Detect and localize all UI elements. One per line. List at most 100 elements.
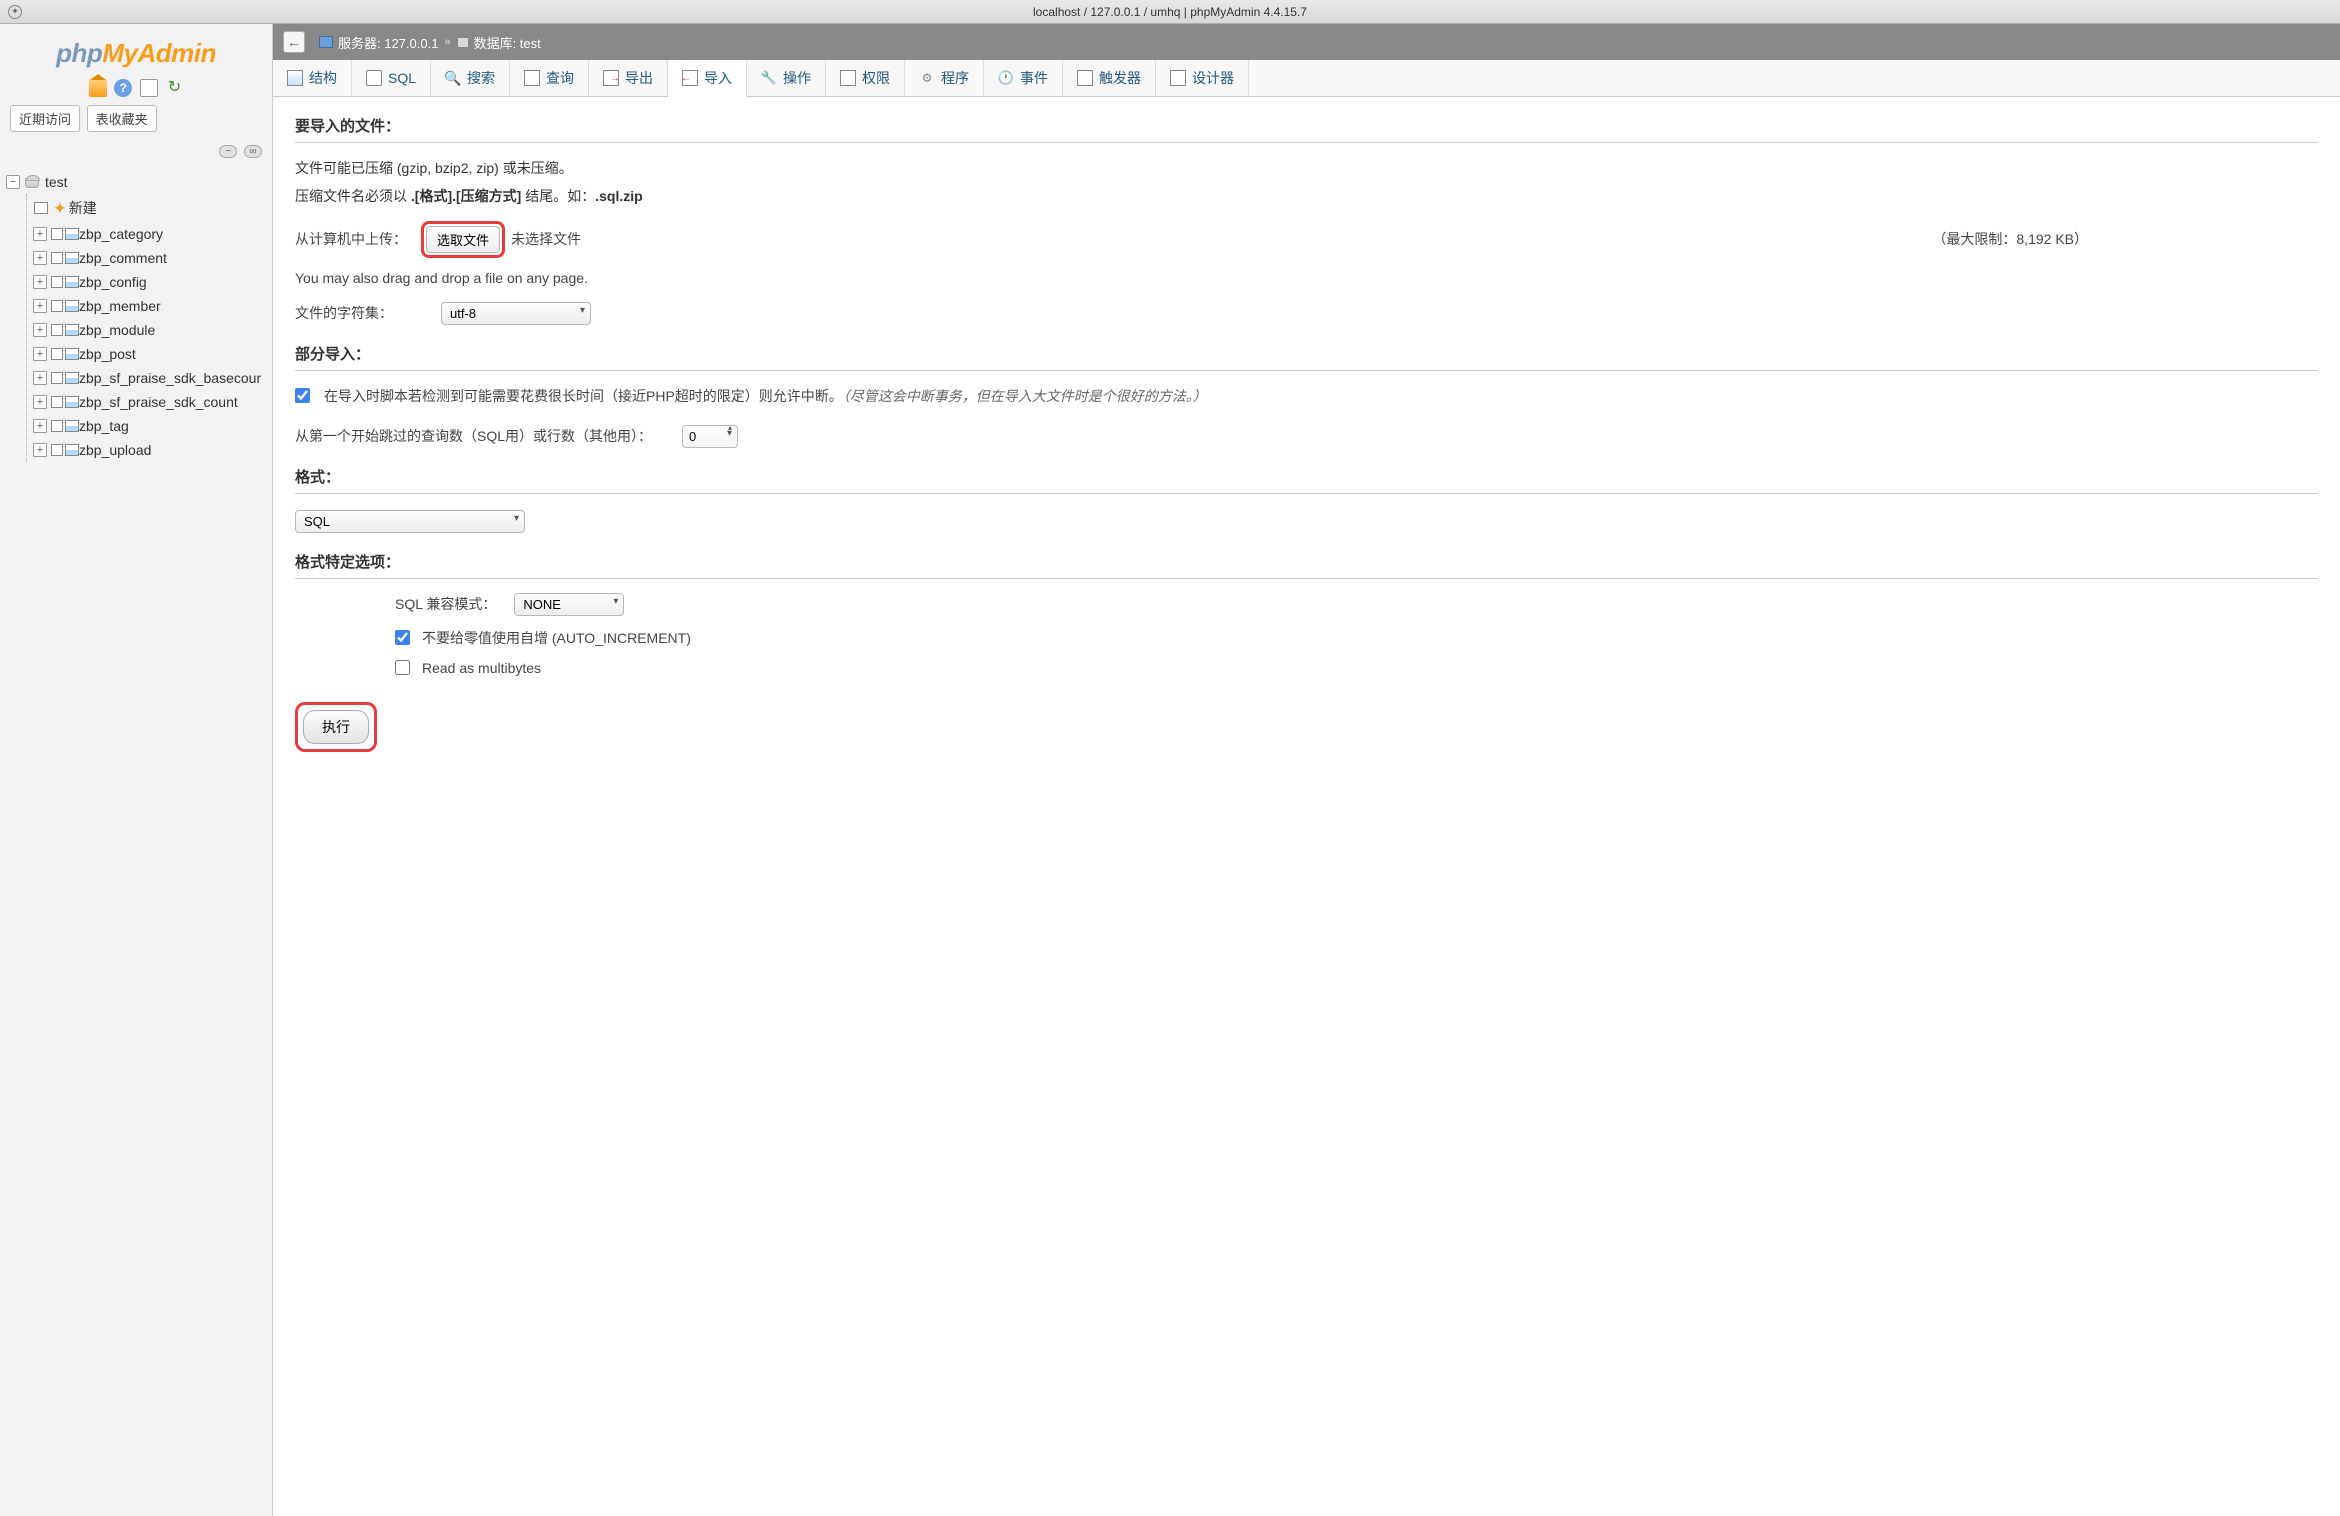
read-multibytes-label: Read as multibytes bbox=[422, 660, 541, 676]
tree-toggle-icon[interactable]: + bbox=[33, 299, 47, 313]
collapse-minus-icon[interactable]: − bbox=[219, 145, 237, 158]
table-link-icon[interactable] bbox=[51, 396, 63, 408]
tree-table-label[interactable]: zbp_sf_praise_sdk_count bbox=[79, 394, 238, 410]
tree-toggle-icon[interactable]: + bbox=[33, 347, 47, 361]
table-link-icon[interactable] bbox=[51, 228, 63, 240]
home-icon[interactable] bbox=[89, 79, 107, 97]
tree-table-label[interactable]: zbp_member bbox=[79, 298, 161, 314]
favorites-tab[interactable]: 表收藏夹 bbox=[87, 105, 157, 132]
tree-table-label[interactable]: zbp_sf_praise_sdk_basecour bbox=[79, 370, 261, 386]
charset-select[interactable]: utf-8 bbox=[441, 302, 591, 325]
breadcrumb-server[interactable]: 服务器: 127.0.0.1 bbox=[338, 33, 438, 52]
table-icon bbox=[65, 228, 79, 240]
tree-db-label[interactable]: test bbox=[45, 174, 68, 190]
no-auto-increment-checkbox[interactable] bbox=[395, 630, 410, 645]
compression-info-2: 压缩文件名必须以 .[格式].[压缩方式] 结尾。如：.sql.zip bbox=[295, 185, 2318, 209]
server-icon bbox=[319, 36, 333, 48]
tree-toggle-icon[interactable]: + bbox=[33, 227, 47, 241]
table-icon bbox=[65, 348, 79, 360]
tree-table-label[interactable]: zbp_comment bbox=[79, 250, 167, 266]
tree-toggle-icon[interactable]: + bbox=[33, 275, 47, 289]
back-button[interactable]: ← bbox=[283, 31, 305, 53]
window-titlebar: ✦ localhost / 127.0.0.1 / umhq | phpMyAd… bbox=[0, 0, 2340, 24]
help-icon[interactable]: ? bbox=[114, 79, 132, 97]
sql-compat-select[interactable]: NONE bbox=[514, 593, 624, 616]
tree-table-node[interactable]: + zbp_tag bbox=[33, 414, 266, 438]
tab-1[interactable]: SQL bbox=[352, 60, 431, 96]
read-multibytes-checkbox[interactable] bbox=[395, 660, 410, 675]
table-link-icon[interactable] bbox=[51, 420, 63, 432]
execute-button-highlight: 执行 bbox=[295, 702, 377, 752]
tree-toggle-icon[interactable]: + bbox=[33, 443, 47, 457]
tree-table-label[interactable]: zbp_module bbox=[79, 322, 155, 338]
tree-table-node[interactable]: + zbp_config bbox=[33, 270, 266, 294]
table-link-icon[interactable] bbox=[51, 348, 63, 360]
sql-icon[interactable] bbox=[140, 79, 158, 97]
tree-table-node[interactable]: + zbp_post bbox=[33, 342, 266, 366]
tree-toggle-icon[interactable]: − bbox=[6, 175, 20, 189]
tree-table-node[interactable]: + zbp_upload bbox=[33, 438, 266, 462]
tab-6[interactable]: 操作 bbox=[747, 60, 826, 96]
db-tree: − test ✦新建+ zbp_category+ zbp_comment+ z… bbox=[0, 166, 272, 466]
table-link-icon[interactable] bbox=[51, 324, 63, 336]
table-link-icon[interactable] bbox=[51, 372, 63, 384]
tab-8[interactable]: 程序 bbox=[905, 60, 984, 96]
database-icon bbox=[457, 37, 469, 48]
tree-table-label[interactable]: zbp_config bbox=[79, 274, 147, 290]
tab-10[interactable]: 触发器 bbox=[1063, 60, 1156, 96]
breadcrumb-database[interactable]: 数据库: test bbox=[474, 33, 541, 52]
table-link-icon[interactable] bbox=[51, 444, 63, 456]
tree-table-node[interactable]: + zbp_category bbox=[33, 222, 266, 246]
tab-label: SQL bbox=[388, 70, 416, 86]
tree-table-label[interactable]: zbp_post bbox=[79, 346, 136, 362]
table-link-icon[interactable] bbox=[51, 276, 63, 288]
tab-icon bbox=[603, 70, 619, 86]
table-icon bbox=[65, 324, 79, 336]
tab-5[interactable]: 导入 bbox=[668, 60, 747, 97]
choose-file-button[interactable]: 选取文件 bbox=[426, 226, 500, 253]
tree-table-node[interactable]: + zbp_module bbox=[33, 318, 266, 342]
tree-toggle-icon[interactable]: + bbox=[33, 371, 47, 385]
recent-tab[interactable]: 近期访问 bbox=[10, 105, 80, 132]
tree-toggle-icon[interactable]: + bbox=[33, 395, 47, 409]
tab-9[interactable]: 事件 bbox=[984, 60, 1063, 96]
tree-table-label[interactable]: zbp_upload bbox=[79, 442, 151, 458]
tree-toggle-icon[interactable]: + bbox=[33, 251, 47, 265]
file-button-highlight: 选取文件 bbox=[421, 221, 505, 258]
tree-table-node[interactable]: + zbp_sf_praise_sdk_count bbox=[33, 390, 266, 414]
tree-table-node[interactable]: + zbp_member bbox=[33, 294, 266, 318]
tree-toggle-icon[interactable]: + bbox=[33, 419, 47, 433]
tree-toggle-icon[interactable]: + bbox=[33, 323, 47, 337]
execute-button[interactable]: 执行 bbox=[303, 710, 369, 744]
tab-label: 查询 bbox=[546, 68, 574, 88]
tree-table-label[interactable]: zbp_tag bbox=[79, 418, 129, 434]
tree-new-table[interactable]: ✦新建 bbox=[33, 194, 266, 222]
collapse-link-icon[interactable]: ∞ bbox=[244, 145, 262, 158]
tab-icon bbox=[682, 70, 698, 86]
tab-4[interactable]: 导出 bbox=[589, 60, 668, 96]
tree-table-node[interactable]: + zbp_sf_praise_sdk_basecour bbox=[33, 366, 266, 390]
allow-interrupt-checkbox[interactable] bbox=[295, 388, 310, 403]
tree-table-node[interactable]: + zbp_comment bbox=[33, 246, 266, 270]
tab-7[interactable]: 权限 bbox=[826, 60, 905, 96]
skip-queries-input[interactable] bbox=[682, 425, 738, 448]
table-link-icon[interactable] bbox=[51, 300, 63, 312]
tree-table-label[interactable]: zbp_category bbox=[79, 226, 163, 242]
tree-db-node[interactable]: − test bbox=[6, 170, 266, 194]
tab-3[interactable]: 查询 bbox=[510, 60, 589, 96]
tree-new-label[interactable]: 新建 bbox=[69, 198, 97, 218]
logo[interactable]: phpMyAdmin bbox=[0, 24, 272, 75]
tab-label: 操作 bbox=[783, 68, 811, 88]
table-icon bbox=[65, 420, 79, 432]
sql-compat-label: SQL 兼容模式： bbox=[395, 594, 496, 614]
tab-2[interactable]: 搜索 bbox=[431, 60, 510, 96]
format-select[interactable]: SQL bbox=[295, 510, 525, 533]
table-link-icon[interactable] bbox=[51, 252, 63, 264]
section-file-title: 要导入的文件： bbox=[295, 115, 2318, 143]
tab-11[interactable]: 设计器 bbox=[1156, 60, 1249, 96]
section-partial-title: 部分导入： bbox=[295, 343, 2318, 371]
reload-icon[interactable]: ↻ bbox=[165, 79, 183, 97]
table-icon bbox=[65, 372, 79, 384]
tab-0[interactable]: 结构 bbox=[273, 60, 352, 96]
charset-label: 文件的字符集： bbox=[295, 303, 393, 323]
